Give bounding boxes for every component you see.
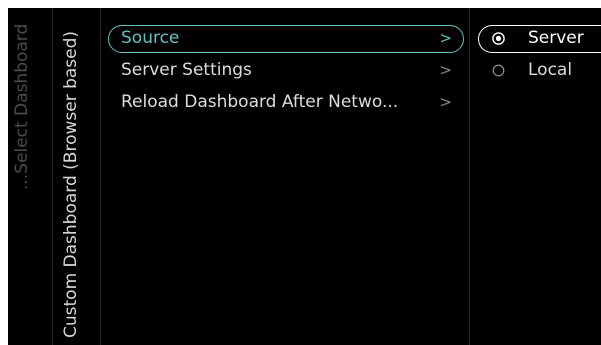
menu-item-source[interactable]: Source > bbox=[108, 25, 464, 53]
radio-checked-icon[interactable] bbox=[492, 32, 505, 45]
option-label: Local bbox=[528, 60, 573, 80]
breadcrumb-parent[interactable]: Custom Dashboard (Browser based) bbox=[52, 8, 100, 345]
option-label: Server bbox=[528, 28, 584, 48]
breadcrumb-grandparent[interactable]: ...Select Dashboard bbox=[8, 8, 52, 345]
settings-menu: Source > Server Settings > Reload Dashbo… bbox=[108, 25, 464, 121]
menu-item-label: Server Settings bbox=[121, 60, 252, 80]
radio-unchecked-icon[interactable] bbox=[492, 64, 505, 77]
breadcrumb-grandparent-label: ...Select Dashboard bbox=[12, 23, 32, 190]
option-local[interactable]: Local bbox=[478, 57, 601, 85]
menu-item-label: Reload Dashboard After Netwo... bbox=[121, 92, 399, 112]
tv-settings-screen: ...Select Dashboard Custom Dashboard (Br… bbox=[8, 8, 601, 345]
source-options: Server Local bbox=[478, 25, 601, 89]
menu-item-server-settings[interactable]: Server Settings > bbox=[108, 57, 464, 85]
chevron-right-icon: > bbox=[439, 93, 452, 111]
chevron-right-icon: > bbox=[439, 61, 452, 79]
breadcrumb-parent-label: Custom Dashboard (Browser based) bbox=[61, 30, 81, 338]
column-divider bbox=[100, 8, 101, 345]
menu-item-reload-dashboard[interactable]: Reload Dashboard After Netwo... > bbox=[108, 89, 464, 117]
menu-item-label: Source bbox=[121, 28, 180, 48]
chevron-right-icon: > bbox=[439, 29, 452, 47]
option-server[interactable]: Server bbox=[478, 25, 601, 53]
column-divider bbox=[469, 8, 470, 345]
